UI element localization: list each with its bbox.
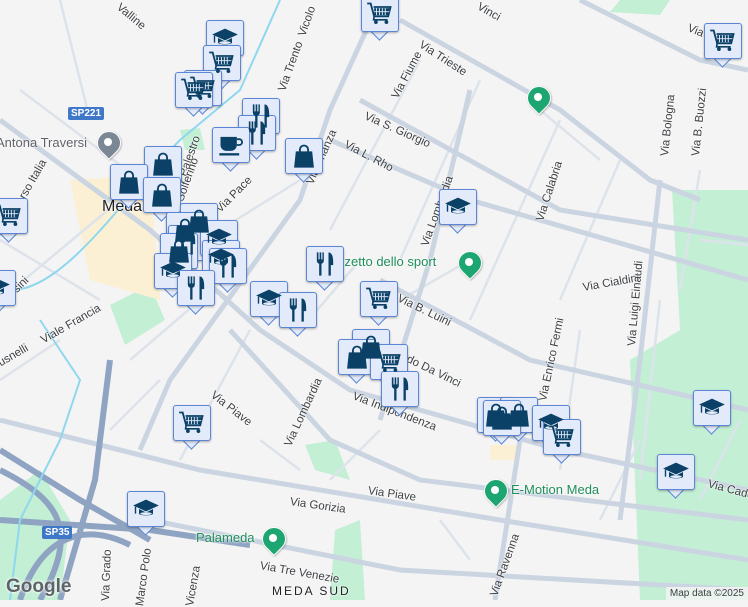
restaurant-marker[interactable] [177, 270, 215, 316]
shopping-bag-icon [488, 404, 516, 432]
poi-label: Palameda [196, 530, 255, 545]
coffee-cup-icon [217, 131, 245, 159]
church-pin-icon[interactable] [97, 131, 119, 157]
restaurant-marker[interactable] [381, 371, 419, 417]
fork-knife-icon [311, 250, 339, 278]
poi-pin-icon[interactable] [262, 527, 284, 553]
cart-icon [375, 348, 403, 376]
shopping-cart-marker[interactable] [175, 72, 213, 118]
school-marker[interactable] [693, 390, 731, 436]
cart-icon [548, 423, 576, 451]
shopping-bag-icon [148, 181, 176, 209]
graduation-cap-icon [132, 495, 160, 523]
poi-pin-icon[interactable] [527, 86, 549, 112]
shop-marker[interactable] [483, 400, 521, 446]
shopping-cart-marker[interactable] [543, 419, 581, 465]
cart-icon [0, 202, 23, 230]
graduation-cap-icon [255, 285, 283, 313]
graduation-cap-icon [0, 274, 11, 302]
shop-marker[interactable] [285, 138, 323, 184]
cart-icon [208, 49, 236, 77]
poi-pin-icon[interactable] [458, 251, 480, 277]
school-marker[interactable] [657, 454, 695, 500]
poi-label: E-Motion Meda [511, 482, 600, 497]
graduation-cap-icon [662, 458, 690, 486]
church-label: Antona Traversi [0, 135, 88, 150]
school-marker[interactable] [0, 270, 16, 316]
road-shield: SP221 [68, 107, 105, 120]
graduation-cap-icon [444, 193, 472, 221]
street-label: Via Grado [100, 549, 114, 602]
shopping-bag-icon [149, 150, 177, 178]
road-shield: SP35 [42, 526, 73, 539]
shopping-cart-marker[interactable] [173, 405, 211, 451]
poi-pin-icon[interactable] [484, 479, 506, 505]
fork-knife-icon [386, 375, 414, 403]
school-marker[interactable] [127, 491, 165, 537]
cart-icon [709, 27, 737, 55]
map-attribution[interactable]: Map data ©2025 [665, 587, 748, 600]
cart-icon [178, 409, 206, 437]
graduation-cap-icon [211, 24, 239, 52]
shopping-cart-marker[interactable] [0, 198, 28, 244]
shopping-cart-marker[interactable] [360, 281, 398, 327]
cafe-marker[interactable] [212, 127, 250, 173]
cart-icon [180, 76, 208, 104]
shopping-bag-icon [343, 343, 371, 371]
shopping-cart-marker[interactable] [361, 0, 399, 42]
fork-knife-icon [284, 296, 312, 324]
shopping-bag-icon [115, 168, 143, 196]
restaurant-marker[interactable] [306, 246, 344, 292]
google-logo: Google [6, 576, 72, 597]
cart-icon [365, 285, 393, 313]
shopping-cart-marker[interactable] [704, 23, 742, 69]
graduation-cap-icon [698, 394, 726, 422]
shopping-bag-icon [290, 142, 318, 170]
cart-icon [366, 0, 394, 28]
district-label: MEDA SUD [272, 584, 351, 598]
fork-knife-icon [243, 119, 271, 147]
fork-knife-icon [214, 252, 242, 280]
fork-knife-icon [182, 274, 210, 302]
school-marker[interactable] [439, 189, 477, 235]
restaurant-marker[interactable] [279, 292, 317, 338]
